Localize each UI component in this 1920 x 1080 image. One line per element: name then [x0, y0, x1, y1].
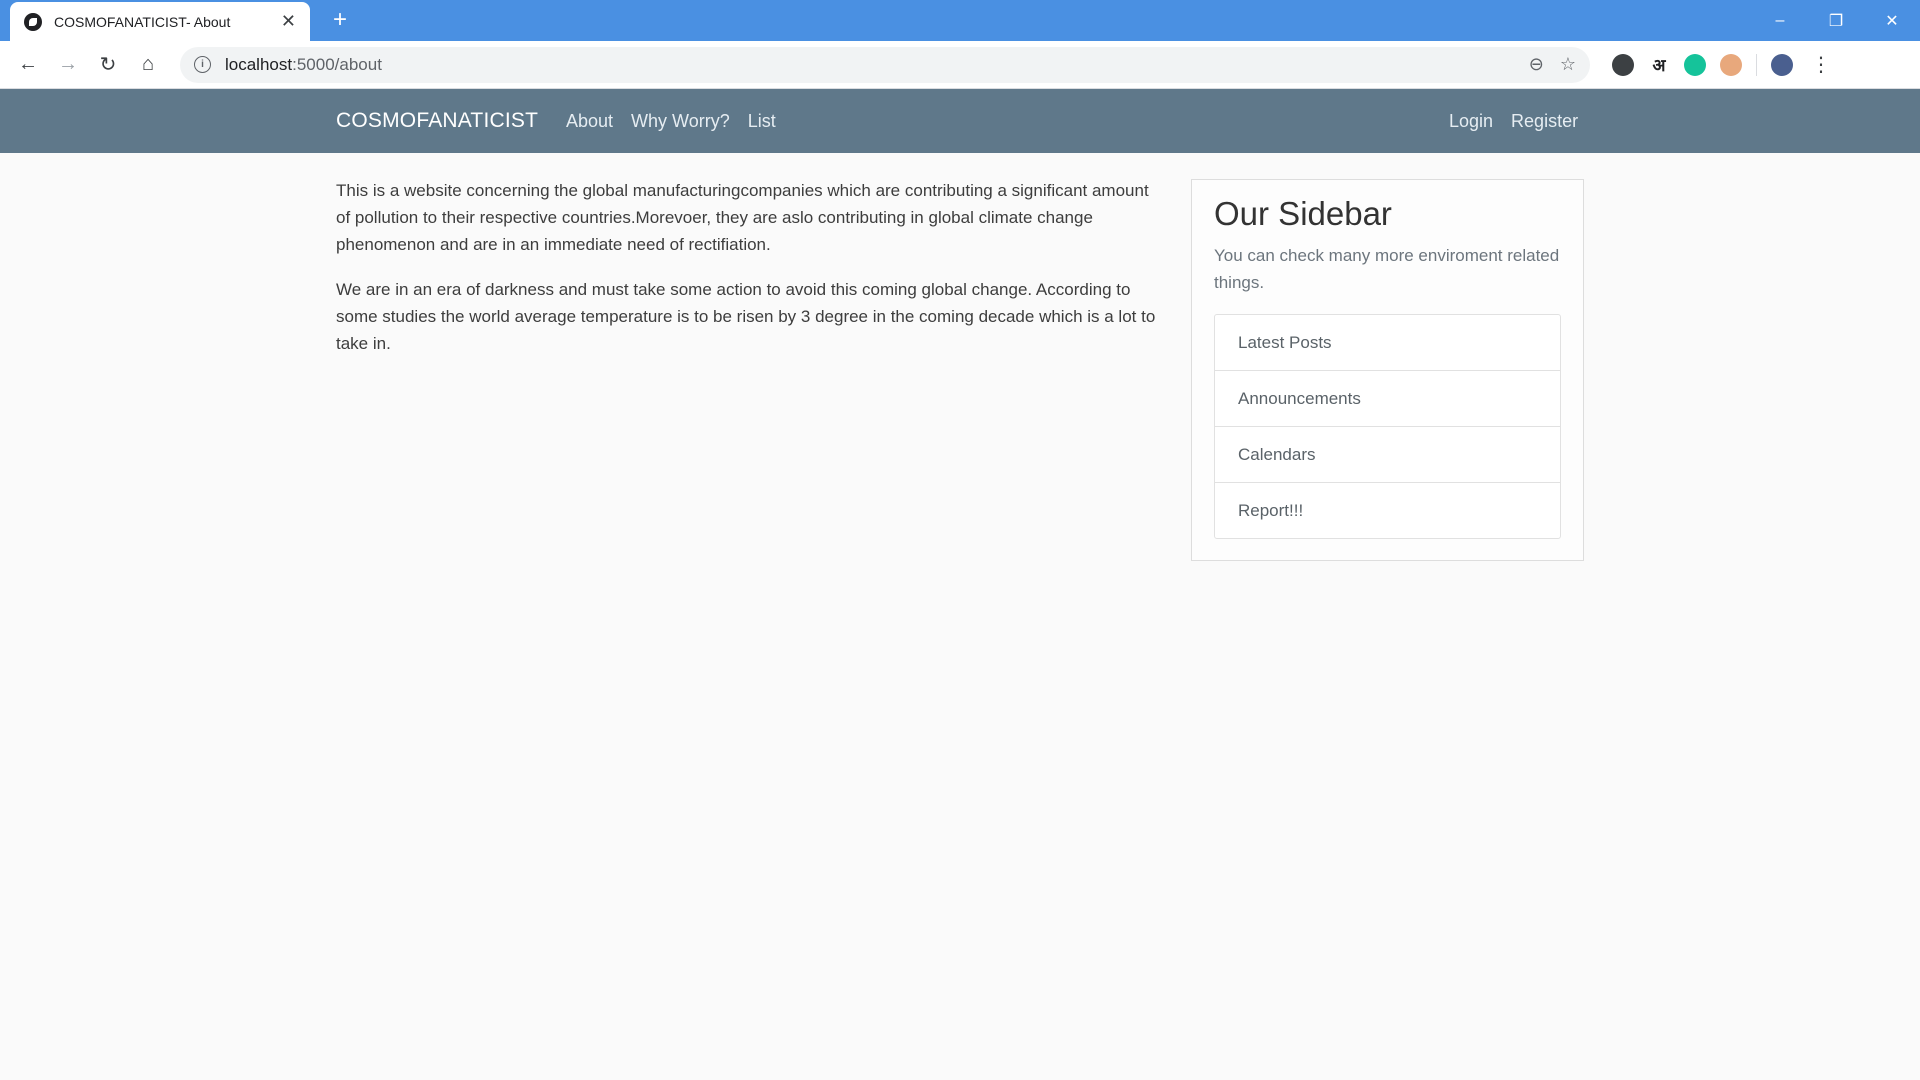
globe-icon	[24, 12, 42, 31]
site-brand[interactable]: COSMOFANATICIST	[336, 109, 538, 133]
sidebar-list: Latest Posts Announcements Calendars Rep…	[1214, 314, 1561, 539]
sidebar-item-announcements[interactable]: Announcements	[1215, 371, 1560, 427]
grammarly-icon[interactable]	[1684, 53, 1706, 76]
toolbar-separator	[1756, 53, 1757, 76]
site-info-icon[interactable]: i	[194, 56, 211, 73]
address-bar[interactable]: i localhost:5000/about ⊖ ☆	[180, 46, 1590, 83]
profile-avatar-icon[interactable]	[1771, 53, 1793, 76]
restore-button[interactable]: ❐	[1808, 0, 1864, 41]
url-host: localhost	[225, 54, 293, 74]
about-paragraph-1: This is a website concerning the global …	[336, 181, 1149, 254]
url-text[interactable]: localhost:5000/about	[225, 55, 1529, 75]
sidebar-item-calendars[interactable]: Calendars	[1215, 427, 1560, 483]
browser-tab-strip: COSMOFANATICIST- About ✕ + – ❐ ✕	[0, 0, 1920, 41]
close-window-button[interactable]: ✕	[1864, 0, 1920, 41]
nav-links: About Why Worry? List	[566, 111, 776, 132]
forward-arrow-icon[interactable]: →	[48, 45, 88, 85]
tab-close-icon[interactable]: ✕	[281, 11, 296, 32]
new-tab-button[interactable]: +	[326, 6, 354, 34]
sidebar-subtitle: You can check many more enviroment relat…	[1214, 246, 1560, 292]
window-controls: – ❐ ✕	[1752, 0, 1920, 41]
minimize-button[interactable]: –	[1752, 0, 1808, 41]
browser-tab-active[interactable]: COSMOFANATICIST- About ✕	[10, 2, 310, 41]
kebab-menu-icon[interactable]: ⋮	[1811, 52, 1831, 77]
back-arrow-icon[interactable]: ←	[8, 45, 48, 85]
nav-link-about[interactable]: About	[566, 111, 613, 132]
hindi-input-icon[interactable]: अ	[1648, 54, 1670, 76]
sidebar-item-report[interactable]: Report!!!	[1215, 483, 1560, 538]
tab-title: COSMOFANATICIST- About	[54, 13, 231, 30]
bookmark-star-icon[interactable]: ☆	[1560, 54, 1576, 75]
url-path: :5000/about	[292, 54, 382, 74]
home-icon[interactable]: ⌂	[128, 45, 168, 85]
nav-link-register[interactable]: Register	[1511, 111, 1578, 132]
main-content: This is a website concerning the global …	[336, 177, 1162, 375]
nav-link-why-worry[interactable]: Why Worry?	[631, 111, 730, 132]
nav-auth-links: Login Register	[1449, 111, 1578, 132]
about-paragraph-2: We are in an era of darkness and must ta…	[336, 280, 1156, 353]
reload-icon[interactable]: ↻	[88, 45, 128, 85]
site-navbar: COSMOFANATICIST About Why Worry? List Lo…	[0, 89, 1920, 153]
sidebar-item-latest-posts[interactable]: Latest Posts	[1215, 315, 1560, 371]
nav-link-login[interactable]: Login	[1449, 111, 1493, 132]
zoom-icon[interactable]: ⊖	[1529, 54, 1544, 75]
nav-link-list[interactable]: List	[748, 111, 776, 132]
sidebar-title: Our Sidebar	[1214, 195, 1392, 232]
sidebar-card: Our Sidebar You can check many more envi…	[1191, 179, 1584, 561]
browser-toolbar: ← → ↻ ⌂ i localhost:5000/about ⊖ ☆ अ ⋮	[0, 41, 1920, 89]
extension-globe-icon[interactable]	[1612, 53, 1634, 76]
extension-mask-icon[interactable]	[1720, 53, 1742, 76]
